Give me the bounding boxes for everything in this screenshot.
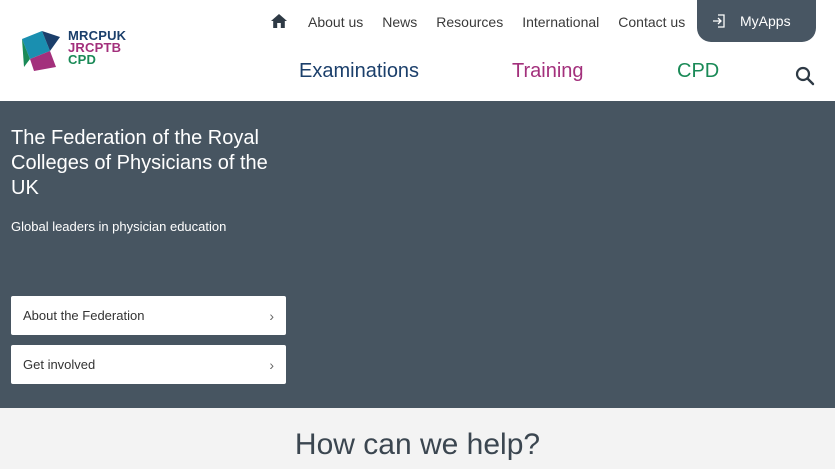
util-nav-about-us[interactable]: About us — [308, 14, 363, 30]
home-icon[interactable] — [270, 12, 288, 30]
search-icon[interactable] — [795, 66, 815, 86]
util-nav-resources[interactable]: Resources — [436, 14, 503, 30]
about-federation-label: About the Federation — [23, 308, 145, 323]
util-nav-news[interactable]: News — [382, 14, 417, 30]
chevron-right-icon: › — [269, 356, 274, 373]
chevron-right-icon: › — [269, 307, 274, 324]
main-nav-cpd[interactable]: CPD — [677, 60, 719, 83]
help-title: How can we help? — [294, 428, 541, 461]
hero-subtitle: Global leaders in physician education — [11, 219, 227, 234]
util-nav-international[interactable]: International — [522, 14, 599, 30]
hero-title: The Federation of the Royal Colleges of … — [11, 127, 268, 199]
utility-nav: About us News Resources International Co… — [270, 0, 704, 44]
main-nav-training[interactable]: Training — [512, 60, 584, 83]
myapps-button[interactable]: MyApps — [697, 0, 816, 42]
util-nav-contact-us[interactable]: Contact us — [618, 14, 685, 30]
get-involved-button[interactable]: Get involved › — [11, 345, 286, 384]
site-header: MRCPUK JRCPTB CPD About us News Resource… — [0, 0, 835, 101]
main-nav-examinations[interactable]: Examinations — [299, 60, 419, 83]
get-involved-label: Get involved — [23, 357, 96, 372]
about-federation-button[interactable]: About the Federation › — [11, 296, 286, 335]
sign-in-icon — [713, 14, 725, 28]
main-nav: Examinations Training CPD — [0, 60, 835, 86]
myapps-label: MyApps — [740, 13, 791, 29]
